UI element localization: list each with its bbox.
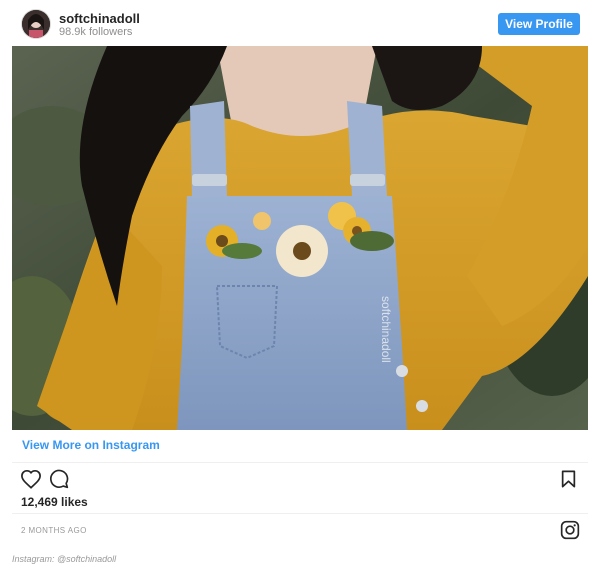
follower-count: 98.9k followers [59,26,133,38]
username[interactable]: softchinadoll [59,11,140,26]
post-header: softchinadoll 98.9k followers View Profi… [12,0,588,46]
action-bar [12,467,588,491]
photo-watermark: softchinadoll [379,296,393,363]
view-profile-button[interactable]: View Profile [498,13,580,35]
post-photo[interactable]: softchinadoll [12,46,588,430]
avatar[interactable] [22,10,50,38]
instagram-embed-card: softchinadoll 98.9k followers View Profi… [12,0,588,548]
bookmark-icon[interactable] [561,470,576,493]
post-timestamp[interactable]: 2 MONTHS AGO [21,526,87,535]
view-more-link[interactable]: View More on Instagram [22,438,160,452]
like-count[interactable]: 12,469 likes [21,495,88,509]
heart-icon[interactable] [20,469,42,494]
instagram-logo-icon[interactable] [560,520,580,545]
comment-icon[interactable] [49,469,69,494]
photo-credit-caption: Instagram: @softchinadoll [12,554,117,564]
photo-image: softchinadoll [12,46,588,430]
divider [12,513,588,514]
divider [12,462,588,463]
